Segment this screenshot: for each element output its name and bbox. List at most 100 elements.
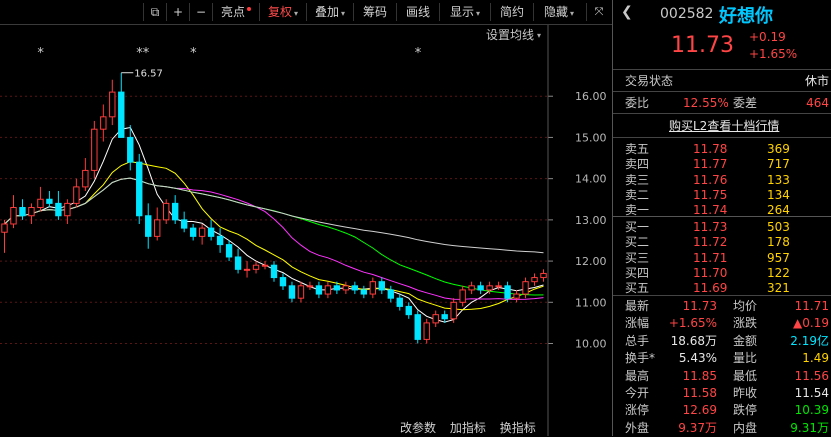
price-tick-label: 13.00 xyxy=(575,214,607,227)
toolbar-label: 画线 xyxy=(405,5,430,19)
event-marker[interactable]: ** xyxy=(136,46,150,61)
collapse-arrow-icon[interactable]: ❮ xyxy=(621,4,633,20)
candle-up xyxy=(243,268,251,271)
stat-value: 11.56 xyxy=(794,368,829,383)
chevron-down-icon: ▾ xyxy=(341,9,346,18)
stat-label: 均价 xyxy=(733,299,758,313)
candle-down xyxy=(207,227,215,237)
chevron-down-icon: ▾ xyxy=(294,9,299,18)
stat-value: 1.49 xyxy=(802,351,829,366)
candle-up xyxy=(540,272,547,279)
candle-down xyxy=(19,207,26,217)
candle-down xyxy=(180,219,188,229)
stat-label: 最新 xyxy=(625,299,650,313)
indicator-tabs: 改参数 加指标 换指标 xyxy=(400,421,546,436)
divider xyxy=(613,216,831,217)
price-tick-label: 15.00 xyxy=(575,131,607,144)
toolbar-yincang-button[interactable]: 隐藏 ▾ xyxy=(533,3,584,21)
candle-up xyxy=(109,91,116,118)
stat-label: 涨幅 xyxy=(625,316,650,331)
max-price-label: 16.57 xyxy=(134,69,163,80)
stat-label: 金额 xyxy=(733,333,758,348)
stat-value: 2.19亿 xyxy=(790,333,829,348)
l2-upgrade-link[interactable]: 购买L2查看十档行情 xyxy=(669,117,779,135)
candle-down xyxy=(315,285,323,295)
l2-link-row: 购买L2查看十档行情 xyxy=(613,117,831,135)
zoom-out-icon[interactable]: − xyxy=(189,3,212,21)
stat-row: 涨幅 +1.65% 涨跌 ▲0.19 xyxy=(613,314,831,332)
candle-up xyxy=(82,169,89,188)
toolbar-label: 隐藏 xyxy=(543,5,568,19)
stat-value: 11.85 xyxy=(682,368,717,383)
toolbar-huaxian-button[interactable]: 画线 xyxy=(396,3,439,21)
stat-value: 10.39 xyxy=(794,403,829,418)
stock-name[interactable]: 好想你 xyxy=(719,2,773,28)
candle-up xyxy=(10,207,17,225)
candle-down xyxy=(145,215,152,237)
candle-up xyxy=(450,301,457,320)
candle-down xyxy=(360,289,368,295)
current-price: 11.73 xyxy=(671,33,734,58)
add-indicator-tab[interactable]: 加指标 xyxy=(450,421,486,435)
price-change: +0.19 xyxy=(749,30,786,44)
candle-down xyxy=(225,244,233,258)
candle-up xyxy=(342,285,350,291)
toolbar-fuquan-button[interactable]: 复权 ▾ xyxy=(259,3,306,21)
stat-label: 跌停 xyxy=(733,403,758,418)
trade-status-row: 交易状态 休市 xyxy=(613,72,831,90)
toolbar-liangdian-button[interactable]: 亮点 xyxy=(212,3,259,21)
candle-up xyxy=(198,227,206,237)
kline-chart[interactable]: 16.0015.0014.0013.0012.0011.0010.00 * ** *… xyxy=(0,25,612,436)
toolbar-chouma-button[interactable]: 筹码 xyxy=(353,3,396,21)
candle-up xyxy=(64,202,71,217)
window-icon[interactable]: ⧉ xyxy=(143,3,166,21)
stock-code: 002582 xyxy=(660,6,714,22)
candle-up xyxy=(324,285,332,295)
stat-value: 11.58 xyxy=(682,386,717,400)
stat-value: 11.73 xyxy=(682,299,717,313)
stat-value: 12.69 xyxy=(682,403,717,418)
stat-label: 内盘 xyxy=(733,420,758,435)
toolbar-label: 叠加 xyxy=(314,5,339,19)
candle-down xyxy=(279,277,287,287)
weicha-value: 464 xyxy=(806,96,829,110)
toolbar-jianyue-button[interactable]: 简约 xyxy=(490,3,533,21)
candle-up xyxy=(468,285,475,291)
toolbar-diejia-button[interactable]: 叠加 ▾ xyxy=(306,3,353,21)
candle-down xyxy=(477,285,484,291)
collapse-icon[interactable]: ⤧ xyxy=(586,3,611,21)
zoom-in-icon[interactable]: + xyxy=(166,3,189,21)
switch-indicator-tab[interactable]: 换指标 xyxy=(500,421,536,435)
candle-up xyxy=(459,289,466,303)
chart-toolbar: ⧉ + − 亮点 复权 ▾ 叠加 ▾ 筹码 画线 显示 ▾ 简约 隐藏 ▾ ⤧ xyxy=(0,0,612,25)
toolbar-label: 亮点 xyxy=(220,5,245,19)
divider xyxy=(613,113,831,114)
stat-value: 11.71 xyxy=(794,299,829,313)
candle-up xyxy=(73,186,80,204)
chevron-down-icon: ▾ xyxy=(537,31,541,40)
event-marker[interactable]: * xyxy=(190,46,197,61)
stat-label: 量比 xyxy=(733,351,758,366)
candle-up xyxy=(154,219,161,237)
stat-label: 最低 xyxy=(733,368,758,383)
candle-up xyxy=(486,285,493,291)
candle-up xyxy=(522,281,529,295)
candle-down xyxy=(504,285,511,299)
event-marker[interactable]: * xyxy=(415,46,422,61)
candle-up xyxy=(37,198,44,209)
change-params-tab[interactable]: 改参数 xyxy=(400,421,436,435)
price-tick-label: 11.00 xyxy=(575,296,607,309)
candle-down xyxy=(216,235,224,246)
candle-down xyxy=(441,314,448,320)
toolbar-xianshi-button[interactable]: 显示 ▾ xyxy=(439,3,490,21)
candle-down xyxy=(127,136,134,163)
price-change-pct: +1.65% xyxy=(749,47,798,61)
ma-settings-label[interactable]: 设置均线 xyxy=(486,28,534,42)
stat-value: 11.54 xyxy=(794,386,829,400)
candle-up xyxy=(306,285,314,288)
chevron-down-icon: ▾ xyxy=(476,9,481,18)
candle-down xyxy=(189,227,197,237)
candle-down xyxy=(55,202,62,217)
candle-down xyxy=(396,297,403,307)
event-marker[interactable]: * xyxy=(37,46,44,61)
